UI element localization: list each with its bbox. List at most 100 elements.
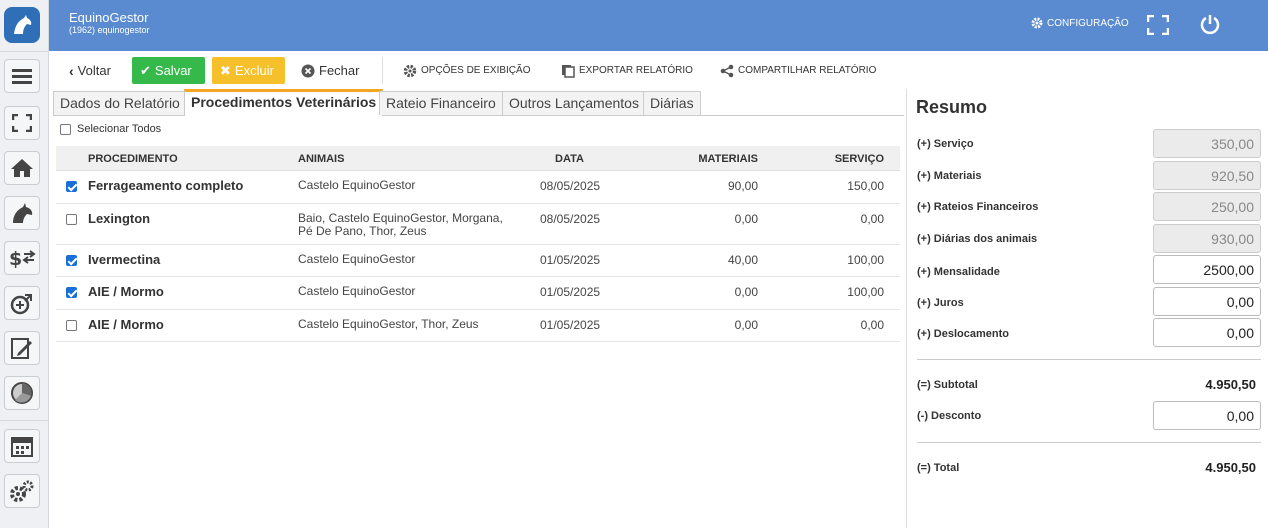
home-icon[interactable] (4, 151, 40, 185)
desconto-input[interactable]: 0,00 (1153, 401, 1261, 430)
select-all[interactable]: Selecionar Todos (60, 123, 161, 135)
row-procedimento: Lexington (88, 211, 151, 226)
toolbar: ‹ Voltar ✔ Salvar ✖ Excluir Fechar OPÇÕE… (49, 51, 1268, 89)
horse-icon[interactable] (4, 196, 40, 230)
summary-rateios: (+) Rateios Financeiros 250,00 (917, 192, 1261, 222)
svg-text:$: $ (9, 248, 22, 269)
select-all-label: Selecionar Todos (77, 123, 162, 135)
app-title: EquinoGestor (69, 10, 149, 25)
summary-servico: (+) Serviço 350,00 (917, 129, 1261, 159)
top-header: EquinoGestor (1962) equinogestor CONFIGU… (49, 0, 1268, 51)
table-row[interactable]: AIE / Mormo Castelo EquinoGestor, Thor, … (56, 310, 900, 342)
table-header: PROCEDIMENTO ANIMAIS DATA MATERIAIS SERV… (56, 146, 900, 171)
table-row[interactable]: AIE / Mormo Castelo EquinoGestor 01/05/2… (56, 277, 900, 310)
row-data: 01/05/2025 (540, 253, 601, 267)
col-animais: ANIMAIS (298, 153, 345, 165)
summary-diarias: (+) Diárias dos animais 930,00 (917, 224, 1261, 254)
save-button[interactable]: ✔ Salvar (132, 57, 205, 84)
menu-icon[interactable] (4, 59, 40, 93)
add-procedure-icon[interactable] (4, 286, 40, 320)
mensalidade-input[interactable]: 2500,00 (1153, 255, 1261, 284)
app-logo[interactable] (4, 7, 40, 43)
gear-icon (1031, 17, 1043, 29)
back-button[interactable]: ‹ Voltar (69, 57, 111, 84)
row-animais: Castelo EquinoGestor, Thor, Zeus (298, 317, 479, 331)
desconto-label: (-) Desconto (917, 410, 982, 422)
summary-mensalidade: (+) Mensalidade 2500,00 (917, 255, 1261, 285)
config-button[interactable]: CONFIGURAÇÃO (1031, 17, 1129, 29)
row-procedimento: AIE / Mormo (88, 284, 164, 299)
row-animais: Castelo EquinoGestor (298, 284, 416, 298)
table-row[interactable]: Ferrageamento completo Castelo EquinoGes… (56, 171, 900, 204)
row-animais: Castelo EquinoGestor (298, 178, 416, 192)
display-options-button[interactable]: OPÇÕES DE EXIBIÇÃO (403, 57, 530, 84)
close-button[interactable]: Fechar (301, 57, 359, 84)
row-data: 08/05/2025 (540, 179, 601, 193)
summary-desconto: (-) Desconto 0,00 (917, 401, 1261, 431)
config-label: CONFIGURAÇÃO (1047, 17, 1129, 29)
row-checkbox[interactable] (66, 181, 77, 192)
settings-icon[interactable] (4, 474, 40, 508)
row-data: 01/05/2025 (540, 285, 601, 299)
summary-deslocamento: (+) Deslocamento 0,00 (917, 318, 1261, 348)
tab-rateio-financeiro[interactable]: Rateio Financeiro (379, 91, 503, 115)
row-checkbox[interactable] (66, 255, 77, 266)
table-row[interactable]: Lexington Baio, Castelo EquinoGestor, Mo… (56, 204, 900, 245)
row-data: 08/05/2025 (540, 212, 601, 226)
deslocamento-input[interactable]: 0,00 (1153, 318, 1261, 347)
close-circle-icon (301, 64, 315, 77)
row-procedimento: Ferrageamento completo (88, 178, 244, 193)
select-all-checkbox[interactable] (60, 123, 71, 135)
chart-icon[interactable] (4, 376, 40, 410)
tab-procedimentos-veterinarios[interactable]: Procedimentos Veterinários (184, 89, 384, 116)
subtotal-label: (=) Subtotal (917, 379, 978, 391)
juros-label: (+) Juros (917, 297, 964, 309)
row-checkbox[interactable] (66, 214, 77, 225)
summary-total: (=) Total 4.950,50 (917, 454, 1261, 484)
total-label: (=) Total (917, 462, 960, 474)
procedures-table: PROCEDIMENTO ANIMAIS DATA MATERIAIS SERV… (56, 146, 900, 342)
juros-input[interactable]: 0,00 (1153, 287, 1261, 316)
app-subtitle: (1962) equinogestor (69, 25, 150, 35)
calendar-icon[interactable] (4, 429, 40, 463)
subtotal-value: 4.950,50 (1205, 377, 1256, 392)
row-animais: Baio, Castelo EquinoGestor, Morgana, Pé … (298, 211, 503, 238)
table-row[interactable]: Ivermectina Castelo EquinoGestor 01/05/2… (56, 245, 900, 277)
diarias-field: 930,00 (1153, 224, 1261, 253)
row-servico: 150,00 (847, 179, 884, 193)
share-report-button[interactable]: COMPARTILHAR RELATÓRIO (720, 57, 876, 84)
edit-report-icon[interactable] (4, 331, 40, 365)
fullscreen-icon[interactable] (4, 106, 40, 140)
x-icon: ✖ (220, 62, 231, 78)
summary-juros: (+) Juros 0,00 (917, 287, 1261, 317)
tab-dados-relatorio[interactable]: Dados do Relatório (53, 91, 187, 115)
tab-diarias[interactable]: Diárias (643, 91, 701, 115)
copy-icon (562, 64, 575, 78)
gear-icon (403, 64, 417, 77)
row-materiais: 90,00 (727, 179, 758, 193)
row-checkbox[interactable] (66, 320, 77, 331)
power-icon[interactable] (1200, 13, 1220, 40)
col-materiais: MATERIAIS (698, 153, 758, 165)
delete-button[interactable]: ✖ Excluir (212, 57, 285, 84)
row-materiais: 0,00 (734, 212, 758, 226)
row-checkbox[interactable] (66, 287, 77, 298)
row-procedimento: AIE / Mormo (88, 317, 164, 332)
servico-label: (+) Serviço (917, 138, 974, 150)
row-materiais: 0,00 (734, 318, 758, 332)
export-report-button[interactable]: EXPORTAR RELATÓRIO (561, 57, 693, 84)
diarias-label: (+) Diárias dos animais (917, 233, 1038, 245)
tab-outros-lancamentos[interactable]: Outros Lançamentos (502, 91, 646, 115)
expand-icon[interactable] (1146, 14, 1170, 40)
row-data: 01/05/2025 (540, 318, 601, 332)
row-servico: 0,00 (860, 318, 884, 332)
summary-materiais: (+) Materiais 920,50 (917, 161, 1261, 191)
summary-subtotal: (=) Subtotal 4.950,50 (917, 371, 1261, 401)
rateios-label: (+) Rateios Financeiros (917, 201, 1039, 213)
materiais-field: 920,50 (1153, 161, 1261, 190)
check-icon: ✔ (140, 62, 151, 78)
total-value: 4.950,50 (1205, 460, 1256, 475)
col-data: DATA (555, 153, 584, 165)
row-servico: 100,00 (847, 253, 884, 267)
finance-icon[interactable]: $ (4, 241, 40, 275)
